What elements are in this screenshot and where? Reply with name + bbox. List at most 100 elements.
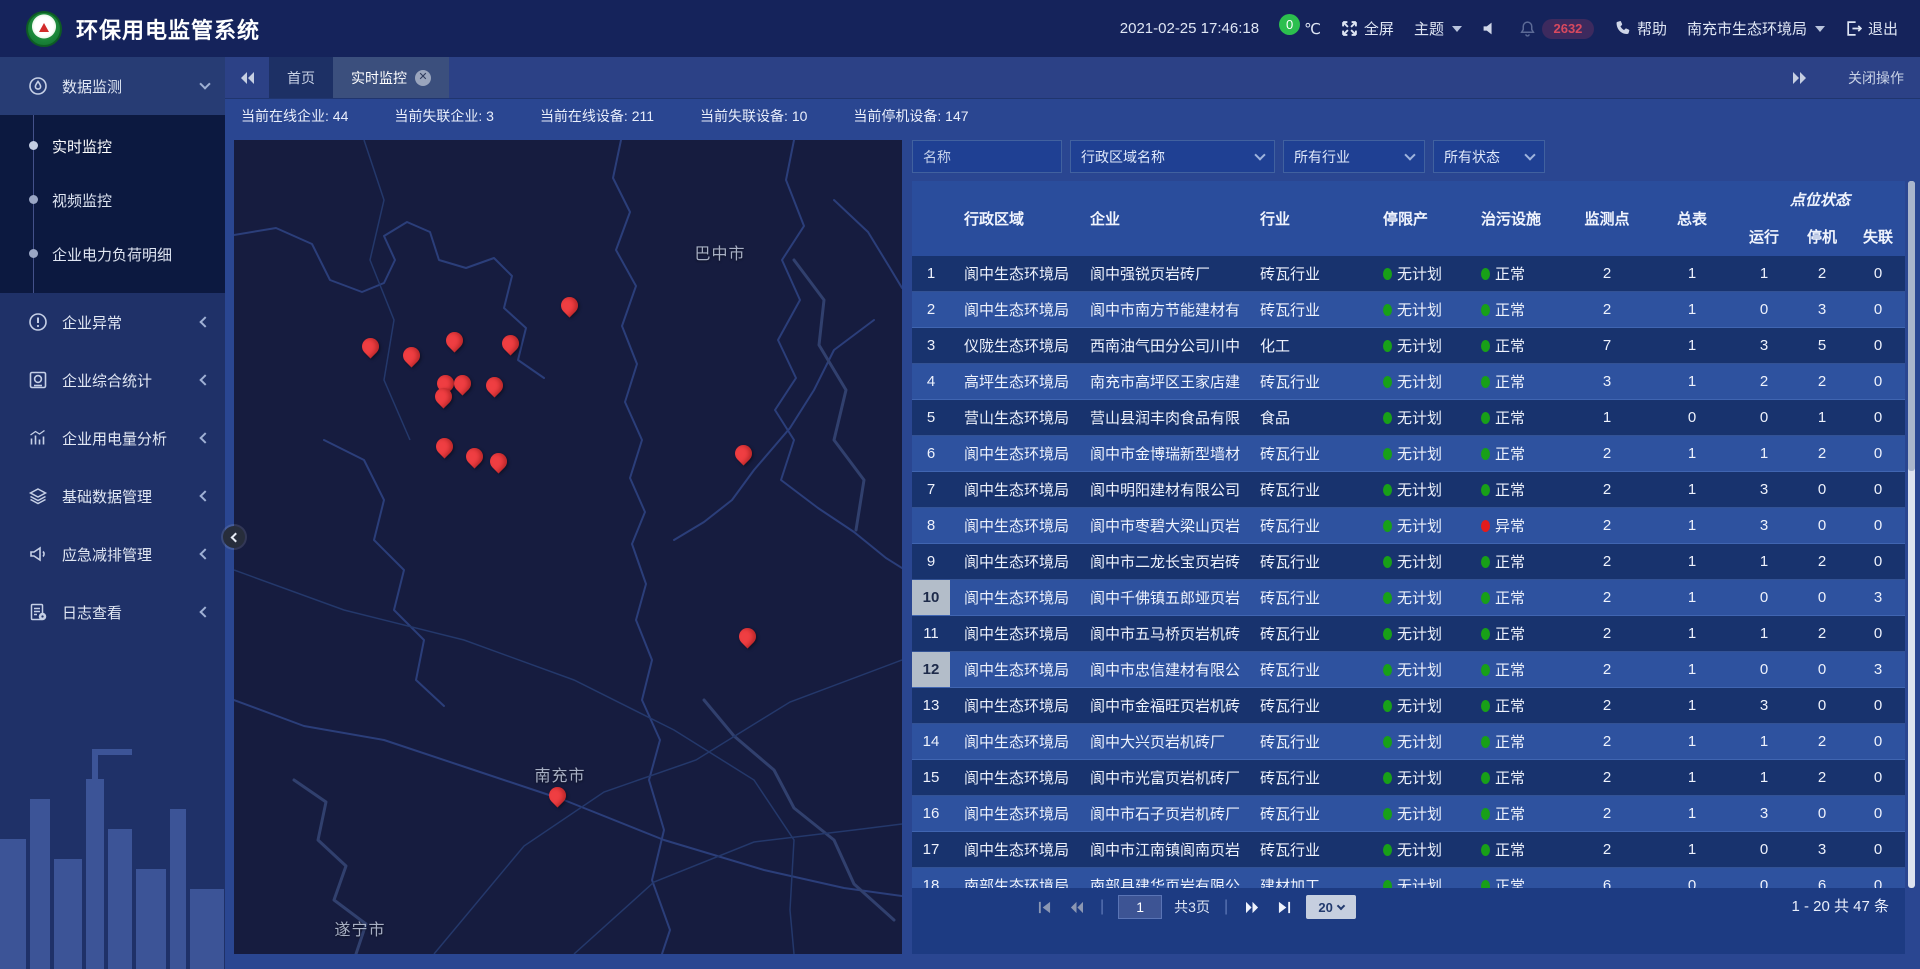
sidebar-collapse-button[interactable]: [223, 526, 245, 548]
table-row[interactable]: 3仪陇生态环境局西南油气田分公司川中化工无计划正常71350: [912, 328, 1905, 364]
sidebar-item-3[interactable]: 企业电力负荷明细: [0, 227, 225, 281]
org-dropdown[interactable]: 南充市生态环境局: [1687, 18, 1825, 39]
last-page-button[interactable]: [1274, 898, 1294, 916]
industry-select[interactable]: 所有行业: [1283, 140, 1425, 173]
table-row[interactable]: 7阆中生态环境局阆中明阳建材有限公司砖瓦行业无计划正常21300: [912, 472, 1905, 508]
status-dot-green: [1481, 592, 1490, 604]
table-row[interactable]: 9阆中生态环境局阆中市二龙长宝页岩砖砖瓦行业无计划正常21120: [912, 544, 1905, 580]
map-pin-icon[interactable]: [486, 449, 510, 473]
name-search-input[interactable]: [912, 140, 1062, 173]
map-pin-icon[interactable]: [358, 334, 382, 358]
map-pin-icon[interactable]: [498, 331, 522, 355]
tabs-scroll-left-button[interactable]: [225, 57, 269, 98]
chevron-left-icon: [199, 374, 210, 385]
map-pin-icon[interactable]: [399, 343, 423, 367]
status-select[interactable]: 所有状态: [1433, 140, 1545, 173]
map-pin-icon[interactable]: [442, 328, 466, 352]
cell-stop: 0: [1793, 472, 1851, 507]
cell-facility: 异常: [1465, 508, 1565, 543]
sidebar-item-1[interactable]: 实时监控: [0, 119, 225, 173]
sidebar-group-7[interactable]: 日志查看: [0, 583, 225, 641]
table-row[interactable]: 8阆中生态环境局阆中市枣碧大梁山页岩砖瓦行业无计划异常21300: [912, 508, 1905, 544]
map-pin-icon[interactable]: [557, 293, 581, 317]
divider: |: [1100, 898, 1104, 916]
sidebar-group-1[interactable]: 数据监测: [0, 57, 225, 115]
status-dot-green: [1383, 592, 1392, 604]
fullscreen-button[interactable]: 全屏: [1341, 18, 1394, 39]
page-size-select[interactable]: 20: [1306, 895, 1356, 919]
status-dot-green: [1481, 448, 1490, 460]
cell-stop: 0: [1793, 796, 1851, 831]
page-size-value: 20: [1318, 900, 1332, 915]
cell-index: 9: [912, 544, 950, 579]
table-row[interactable]: 4高坪生态环境局南充市高坪区王家店建砖瓦行业无计划正常31220: [912, 364, 1905, 400]
sidebar-group-3[interactable]: 企业综合统计: [0, 351, 225, 409]
cell-limit-label: 无计划: [1397, 263, 1442, 284]
status-dot-green: [1383, 556, 1392, 568]
first-page-button[interactable]: [1034, 898, 1054, 916]
cell-region: 阆中生态环境局: [950, 508, 1082, 543]
help-button[interactable]: 帮助: [1614, 18, 1667, 39]
cell-company: 南部县建华页岩有限公: [1082, 868, 1252, 888]
scrollbar-thumb[interactable]: [1908, 181, 1915, 471]
cell-lost: 3: [1851, 580, 1905, 615]
map-city-label: 遂宁市: [334, 916, 385, 940]
cell-industry: 砖瓦行业: [1252, 796, 1367, 831]
table-row[interactable]: 6阆中生态环境局阆中市金博瑞新型墙材砖瓦行业无计划正常21120: [912, 436, 1905, 472]
table-row[interactable]: 2阆中生态环境局阆中市南方节能建材有砖瓦行业无计划正常21030: [912, 292, 1905, 328]
table-row[interactable]: 13阆中生态环境局阆中市金福旺页岩机砖砖瓦行业无计划正常21300: [912, 688, 1905, 724]
table-row[interactable]: 14阆中生态环境局阆中大兴页岩机砖厂砖瓦行业无计划正常21120: [912, 724, 1905, 760]
tab-home[interactable]: 首页: [269, 57, 333, 98]
close-operations-button[interactable]: 关闭操作: [1848, 68, 1904, 88]
cell-limit-label: 无计划: [1397, 623, 1442, 644]
map-pin-icon[interactable]: [462, 444, 486, 468]
table-row[interactable]: 11阆中生态环境局阆中市五马桥页岩机砖砖瓦行业无计划正常21120: [912, 616, 1905, 652]
table-row[interactable]: 16阆中生态环境局阆中市石子页岩机砖厂砖瓦行业无计划正常21300: [912, 796, 1905, 832]
table-row[interactable]: 10阆中生态环境局阆中千佛镇五郎垭页岩砖瓦行业无计划正常21003: [912, 580, 1905, 616]
close-tab-icon[interactable]: ✕: [415, 70, 431, 86]
sidebar-group-4[interactable]: 企业用电量分析: [0, 409, 225, 467]
map-pin-icon[interactable]: [735, 624, 759, 648]
map-pin-icon[interactable]: [450, 371, 474, 395]
map-pin-icon[interactable]: [545, 783, 569, 807]
cell-region: 高坪生态环境局: [950, 364, 1082, 399]
region-select[interactable]: 行政区域名称: [1070, 140, 1275, 173]
logout-button[interactable]: 退出: [1845, 18, 1898, 39]
prev-page-button[interactable]: [1066, 898, 1086, 916]
map-pin-icon[interactable]: [432, 434, 456, 458]
table-row[interactable]: 15阆中生态环境局阆中市光富页岩机砖厂砖瓦行业无计划正常21120: [912, 760, 1905, 796]
cell-lost: 0: [1851, 688, 1905, 723]
page-number-input[interactable]: 1: [1118, 895, 1162, 919]
cell-limit-label: 无计划: [1397, 335, 1442, 356]
map-pin-icon[interactable]: [482, 373, 506, 397]
table-row[interactable]: 12阆中生态环境局阆中市忠信建材有限公砖瓦行业无计划正常21003: [912, 652, 1905, 688]
next-page-button[interactable]: [1242, 898, 1262, 916]
sidebar-group-label: 基础数据管理: [62, 486, 152, 507]
table-scrollbar[interactable]: [1908, 181, 1915, 888]
chevron-down-icon: [1337, 901, 1345, 909]
cell-region: 阆中生态环境局: [950, 436, 1082, 471]
tabs-scroll-right-button[interactable]: [1778, 71, 1822, 85]
sidebar-group-2[interactable]: 企业异常: [0, 293, 225, 351]
table-row[interactable]: 17阆中生态环境局阆中市江南镇阆南页岩砖瓦行业无计划正常21030: [912, 832, 1905, 868]
sidebar-group-6[interactable]: 应急减排管理: [0, 525, 225, 583]
table-row[interactable]: 5营山生态环境局营山县润丰肉食品有限食品无计划正常10010: [912, 400, 1905, 436]
cell-lost: 0: [1851, 436, 1905, 471]
cell-limit: 无计划: [1367, 328, 1465, 363]
map-pin-icon[interactable]: [731, 441, 755, 465]
tab-realtime-monitor[interactable]: 实时监控 ✕: [333, 57, 449, 98]
notifications[interactable]: 2632: [1519, 19, 1594, 39]
status-dot-green: [1383, 484, 1392, 496]
sidebar-group-5[interactable]: 基础数据管理: [0, 467, 225, 525]
theme-dropdown[interactable]: 主题: [1414, 18, 1462, 39]
cell-run: 3: [1735, 328, 1793, 363]
cell-points: 2: [1565, 832, 1649, 867]
table-row[interactable]: 18南部生态环境局南部县建华页岩有限公建材加工无计划正常60060: [912, 868, 1905, 888]
cell-stop: 2: [1793, 760, 1851, 795]
table-row[interactable]: 1阆中生态环境局阆中强锐页岩砖厂砖瓦行业无计划正常21120: [912, 256, 1905, 292]
cell-run: 1: [1735, 724, 1793, 759]
sidebar-item-2[interactable]: 视频监控: [0, 173, 225, 227]
map-panel[interactable]: 巴中市南充市遂宁市: [234, 140, 902, 954]
mute-button[interactable]: [1482, 20, 1499, 37]
cell-limit-label: 无计划: [1397, 587, 1442, 608]
